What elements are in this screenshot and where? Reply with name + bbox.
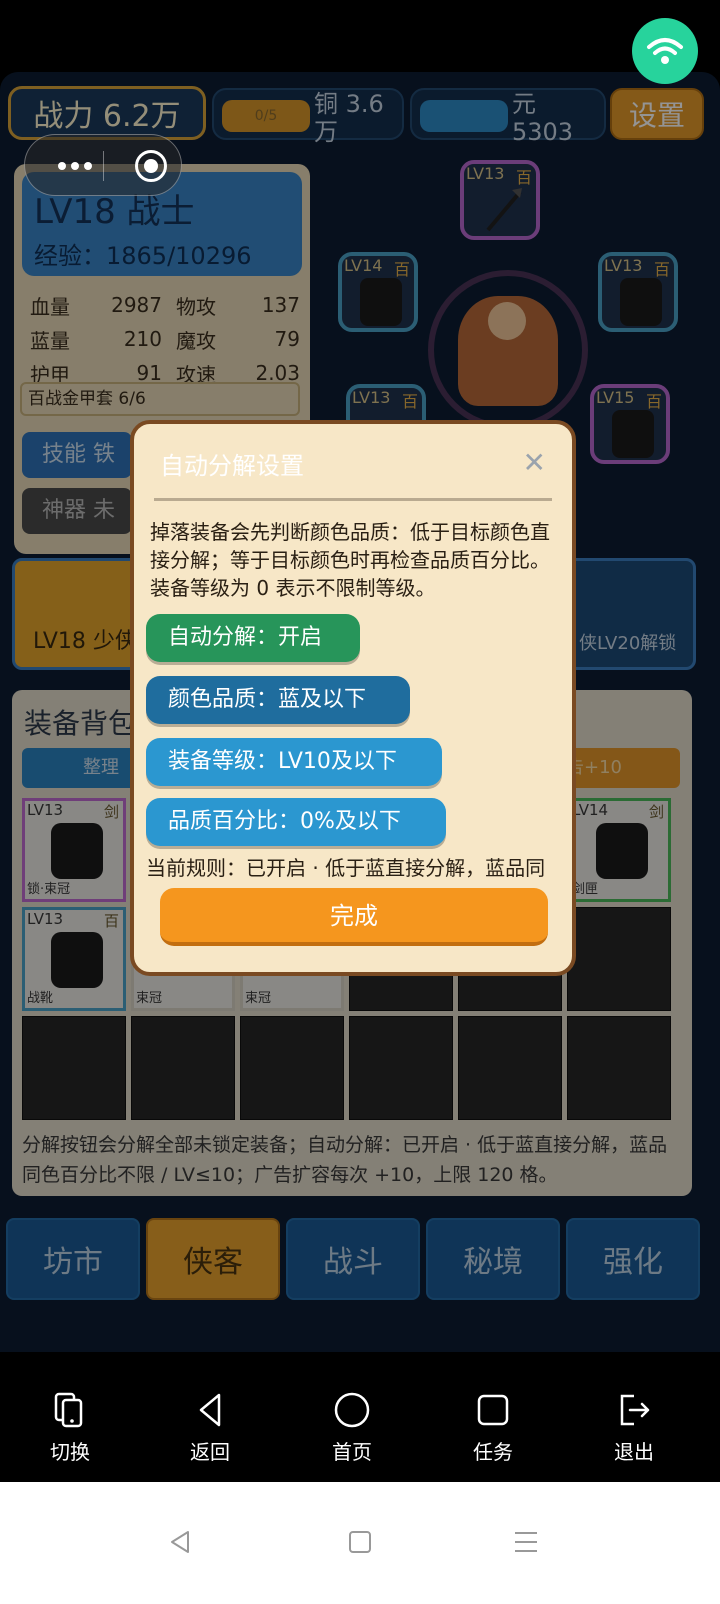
home-button[interactable]: 首页: [302, 1392, 402, 1465]
nav-home-icon[interactable]: [330, 1512, 390, 1572]
switch-button[interactable]: 切换: [20, 1392, 120, 1465]
dialog-title: 自动分解设置: [160, 452, 304, 480]
auto-dismantle-dialog: 自动分解设置 ✕ 掉落装备会先判断颜色品质：低于目标颜色直接分解；等于目标颜色时…: [130, 420, 576, 976]
system-nav-bar: [0, 1482, 720, 1604]
exit-label: 退出: [614, 1440, 654, 1464]
capsule-divider: [103, 151, 104, 181]
bottom-toolbar: 切换 返回 首页 任务 退出: [0, 1372, 720, 1482]
nav-menu-icon[interactable]: [496, 1512, 556, 1572]
wifi-icon[interactable]: [632, 18, 698, 84]
dialog-divider: [154, 498, 552, 501]
home-label: 首页: [332, 1440, 372, 1464]
color-quality-select[interactable]: 颜色品质：蓝及以下: [146, 676, 410, 724]
more-menu-icon[interactable]: [47, 151, 103, 181]
done-button[interactable]: 完成: [160, 888, 548, 946]
close-target-icon[interactable]: [135, 150, 167, 182]
quality-percent-select[interactable]: 品质百分比：0%及以下: [146, 798, 446, 846]
nav-back-icon[interactable]: [150, 1512, 210, 1572]
close-icon[interactable]: ✕: [523, 446, 546, 479]
dialog-description: 掉落装备会先判断颜色品质：低于目标颜色直接分解；等于目标颜色时再检查品质百分比。…: [150, 520, 550, 600]
tasks-button[interactable]: 任务: [443, 1392, 543, 1465]
switch-icon: [54, 1392, 83, 1428]
back-label: 返回: [190, 1440, 230, 1464]
home-icon: [334, 1392, 370, 1428]
tasks-icon: [477, 1394, 509, 1426]
back-icon: [199, 1393, 221, 1427]
exit-icon: [620, 1394, 650, 1426]
equipment-level-select[interactable]: 装备等级：LV10及以下: [146, 738, 442, 786]
exit-button[interactable]: 退出: [584, 1392, 684, 1465]
switch-label: 切换: [50, 1440, 90, 1464]
auto-dismantle-toggle[interactable]: 自动分解：开启: [146, 614, 360, 662]
current-rule-text: 当前规则：已开启 · 低于蓝直接分解，蓝品同: [146, 856, 546, 880]
back-button[interactable]: 返回: [160, 1392, 260, 1465]
tasks-label: 任务: [473, 1440, 513, 1464]
miniprogram-capsule: [24, 134, 182, 196]
